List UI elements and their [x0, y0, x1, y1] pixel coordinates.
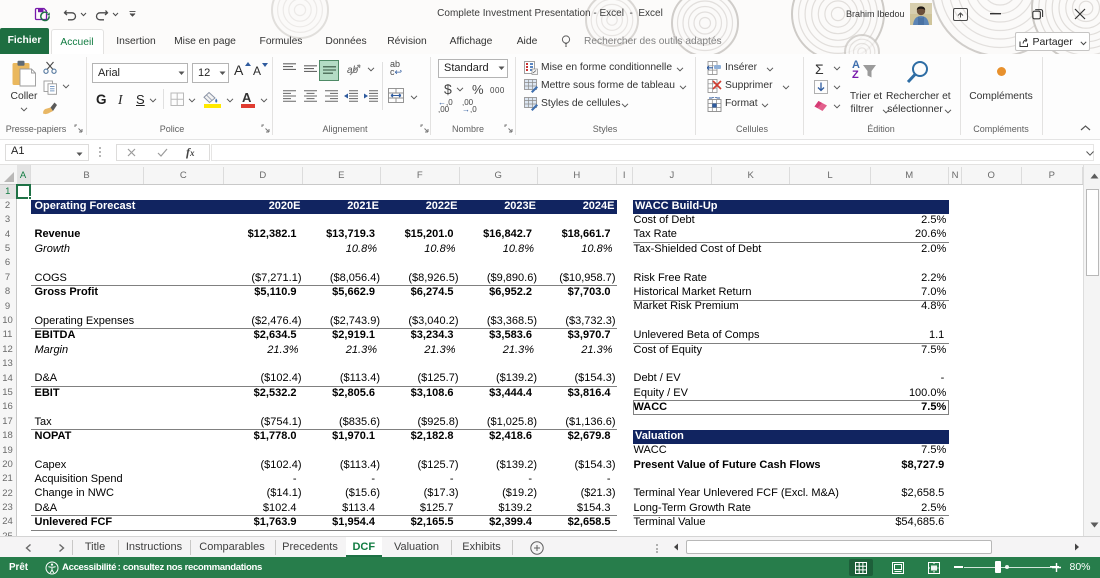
svg-text:ab: ab [347, 65, 359, 76]
